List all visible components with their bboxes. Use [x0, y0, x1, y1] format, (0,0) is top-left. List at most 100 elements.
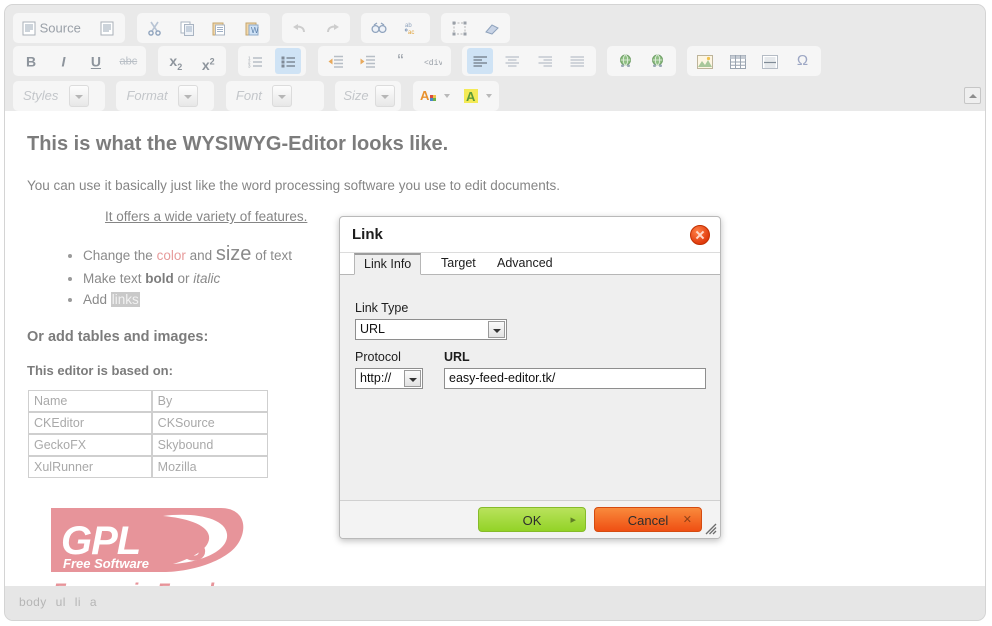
close-icon[interactable] [690, 225, 710, 245]
undo-button[interactable] [287, 15, 313, 41]
copy-button[interactable] [174, 15, 200, 41]
bullet1-size-word: size [215, 243, 252, 265]
table-icon [729, 53, 746, 69]
table-button[interactable] [725, 48, 751, 74]
svg-text:3: 3 [248, 64, 251, 69]
svg-text:ac: ac [408, 30, 414, 36]
replace-icon: ab ac [404, 20, 420, 36]
link-type-select[interactable]: URL [355, 319, 507, 340]
editor-statusbar: body ul li a [5, 586, 985, 620]
protocol-select[interactable]: http:// [355, 368, 423, 389]
underline-button[interactable]: U [83, 48, 109, 74]
align-right-icon [538, 53, 553, 68]
size-combo-label: Size [343, 88, 369, 103]
dialog-resize-grip[interactable] [704, 522, 717, 535]
align-left-icon [473, 53, 488, 68]
templates-button[interactable] [94, 15, 120, 41]
cancel-button[interactable]: Cancel ✕ [594, 507, 702, 532]
align-center-button[interactable] [500, 48, 526, 74]
text-color-button[interactable]: A [417, 83, 453, 109]
table-header-cell: By [151, 389, 268, 412]
select-all-button[interactable] [446, 15, 472, 41]
numbered-list-button[interactable]: 123 [243, 48, 269, 74]
align-justify-button[interactable] [565, 48, 591, 74]
align-right-button[interactable] [532, 48, 558, 74]
font-combo[interactable]: Font [225, 81, 324, 111]
bullet2-bold-word: bold [145, 271, 174, 286]
dialog-body: Link Type URL Protocol http:// URL easy-… [340, 275, 720, 502]
chevron-down-icon [375, 85, 396, 107]
horizontal-rule-button[interactable] [757, 48, 783, 74]
chevron-down-icon[interactable] [488, 321, 505, 338]
svg-text:A: A [420, 88, 430, 103]
align-left-button[interactable] [467, 48, 494, 74]
tab-target[interactable]: Target [432, 253, 485, 275]
bold-label: B [25, 53, 37, 70]
remove-format-button[interactable] [479, 15, 505, 41]
strikethrough-button[interactable]: abc [115, 48, 141, 74]
tab-advanced[interactable]: Advanced [488, 253, 562, 275]
select-all-icon [452, 20, 467, 36]
link-button[interactable] [612, 48, 638, 74]
bold-button[interactable]: B [18, 48, 44, 74]
image-icon [697, 53, 714, 69]
chevron-down-icon[interactable] [404, 370, 421, 387]
bg-color-button[interactable]: A [460, 83, 495, 109]
blockquote-button[interactable]: “ [388, 48, 414, 74]
indent-button[interactable] [355, 48, 381, 74]
replace-button[interactable]: ab ac [399, 15, 425, 41]
bulleted-list-button[interactable] [275, 48, 302, 74]
element-path-item-li[interactable]: li [75, 595, 81, 609]
url-input[interactable]: easy-feed-editor.tk/ [444, 368, 706, 389]
selected-link-text[interactable]: links [110, 291, 140, 307]
indent-group: “ <div> [317, 46, 451, 76]
document-group: Source [13, 13, 126, 43]
ok-button[interactable]: OK ▸ [478, 507, 586, 532]
styles-combo[interactable]: Styles [13, 81, 105, 111]
outdent-button[interactable] [323, 48, 349, 74]
strikethrough-label: abc [119, 55, 138, 68]
tab-link-info[interactable]: Link Info [354, 253, 422, 275]
styles-combo-label: Styles [23, 88, 59, 103]
color-group: A A [412, 81, 500, 111]
source-button[interactable]: Source [18, 15, 88, 41]
element-path-item-ul[interactable]: ul [56, 595, 66, 609]
element-path-item-a[interactable]: a [90, 595, 97, 609]
find-group: ab ac [361, 13, 430, 43]
cut-icon [147, 20, 162, 36]
blockquote-icon: “ [397, 51, 404, 71]
templates-icon [100, 20, 114, 36]
paste-icon [212, 20, 227, 36]
dialog-titlebar[interactable]: Link [340, 217, 720, 253]
document-intro: You can use it basically just like the w… [27, 178, 561, 193]
image-button[interactable] [692, 48, 718, 74]
format-combo[interactable]: Format [116, 81, 215, 111]
italic-button[interactable]: I [50, 48, 76, 74]
svg-text:W: W [251, 26, 259, 35]
create-div-button[interactable]: <div> [420, 48, 448, 74]
paste-button[interactable] [207, 15, 233, 41]
ok-arrow-icon: ▸ [570, 514, 576, 526]
size-combo[interactable]: Size [335, 81, 402, 111]
element-path: body ul li a [19, 595, 106, 609]
chevron-down-icon [444, 93, 451, 98]
toolbar-collapse-button[interactable] [964, 87, 981, 104]
find-button[interactable] [366, 15, 392, 41]
subscript-button[interactable]: x2 [163, 48, 189, 74]
paste-from-word-button[interactable]: W [239, 15, 265, 41]
list-group: 123 [237, 46, 307, 76]
cut-button[interactable] [142, 15, 168, 41]
insert-group: Ω [687, 46, 821, 76]
element-path-item-body[interactable]: body [19, 595, 47, 609]
align-group [462, 46, 596, 76]
table-cell: Mozilla [151, 455, 268, 478]
demo-table: Name By CKEditor CKSource GeckoFX Skybou… [28, 389, 268, 478]
unlink-button[interactable] [645, 48, 671, 74]
find-icon [371, 20, 388, 35]
special-char-button[interactable]: Ω [790, 48, 816, 74]
font-combo-label: Font [235, 88, 262, 103]
superscript-button[interactable]: x2 [195, 48, 221, 74]
svg-text:<div>: <div> [424, 59, 442, 68]
link-type-value: URL [360, 322, 386, 336]
redo-button[interactable] [319, 15, 345, 41]
